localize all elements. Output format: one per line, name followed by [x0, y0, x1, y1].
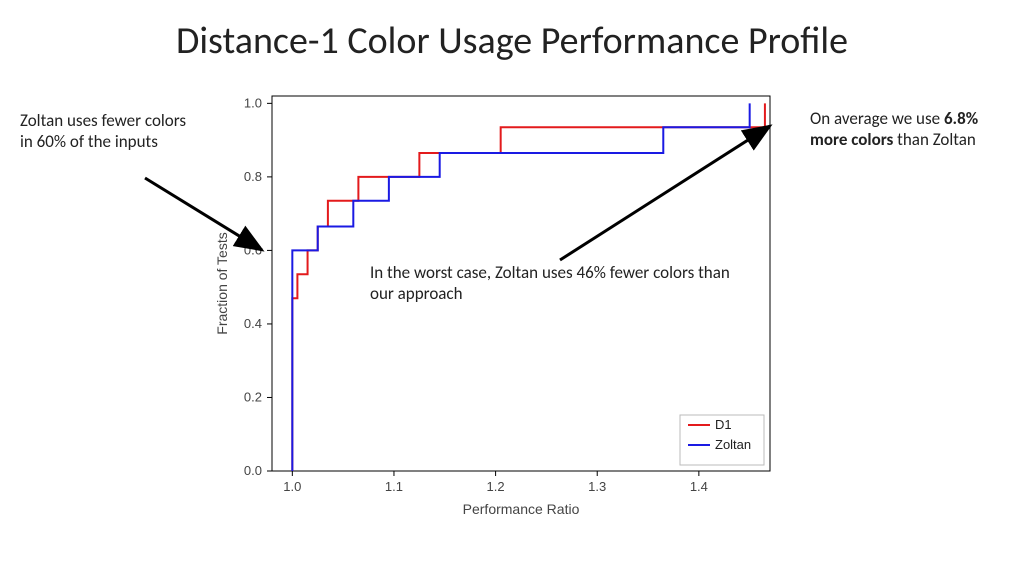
svg-text:1.2: 1.2 [487, 479, 505, 494]
svg-text:0.2: 0.2 [244, 389, 262, 404]
annotation-right: On average we use 6.8% more colors than … [810, 108, 1010, 151]
annotation-center: In the worst case, Zoltan uses 46% fewer… [370, 262, 740, 305]
svg-text:0.8: 0.8 [244, 169, 262, 184]
page-title: Distance-1 Color Usage Performance Profi… [0, 18, 1024, 64]
svg-text:0.6: 0.6 [244, 242, 262, 257]
svg-text:1.4: 1.4 [690, 479, 708, 494]
svg-text:1.1: 1.1 [385, 479, 403, 494]
legend-label: D1 [715, 417, 732, 432]
annotation-right-pre: On average we use [810, 108, 944, 129]
svg-text:Fraction of Tests: Fraction of Tests [214, 232, 230, 334]
legend-label: Zoltan [715, 437, 751, 452]
svg-text:0.4: 0.4 [244, 316, 262, 331]
annotation-left: Zoltan uses fewer colors in 60% of the i… [20, 110, 195, 153]
svg-text:Performance Ratio: Performance Ratio [463, 501, 580, 517]
annotation-right-post: than Zoltan [893, 129, 976, 150]
chart: 1.0 1.1 1.2 1.3 1.4 0.0 0.2 0.4 0.6 0.8 1.0 Perform… [210, 86, 780, 526]
svg-text:1.3: 1.3 [588, 479, 606, 494]
svg-text:1.0: 1.0 [283, 479, 301, 494]
svg-text:0.0: 0.0 [244, 463, 262, 478]
svg-text:1.0: 1.0 [244, 95, 262, 110]
